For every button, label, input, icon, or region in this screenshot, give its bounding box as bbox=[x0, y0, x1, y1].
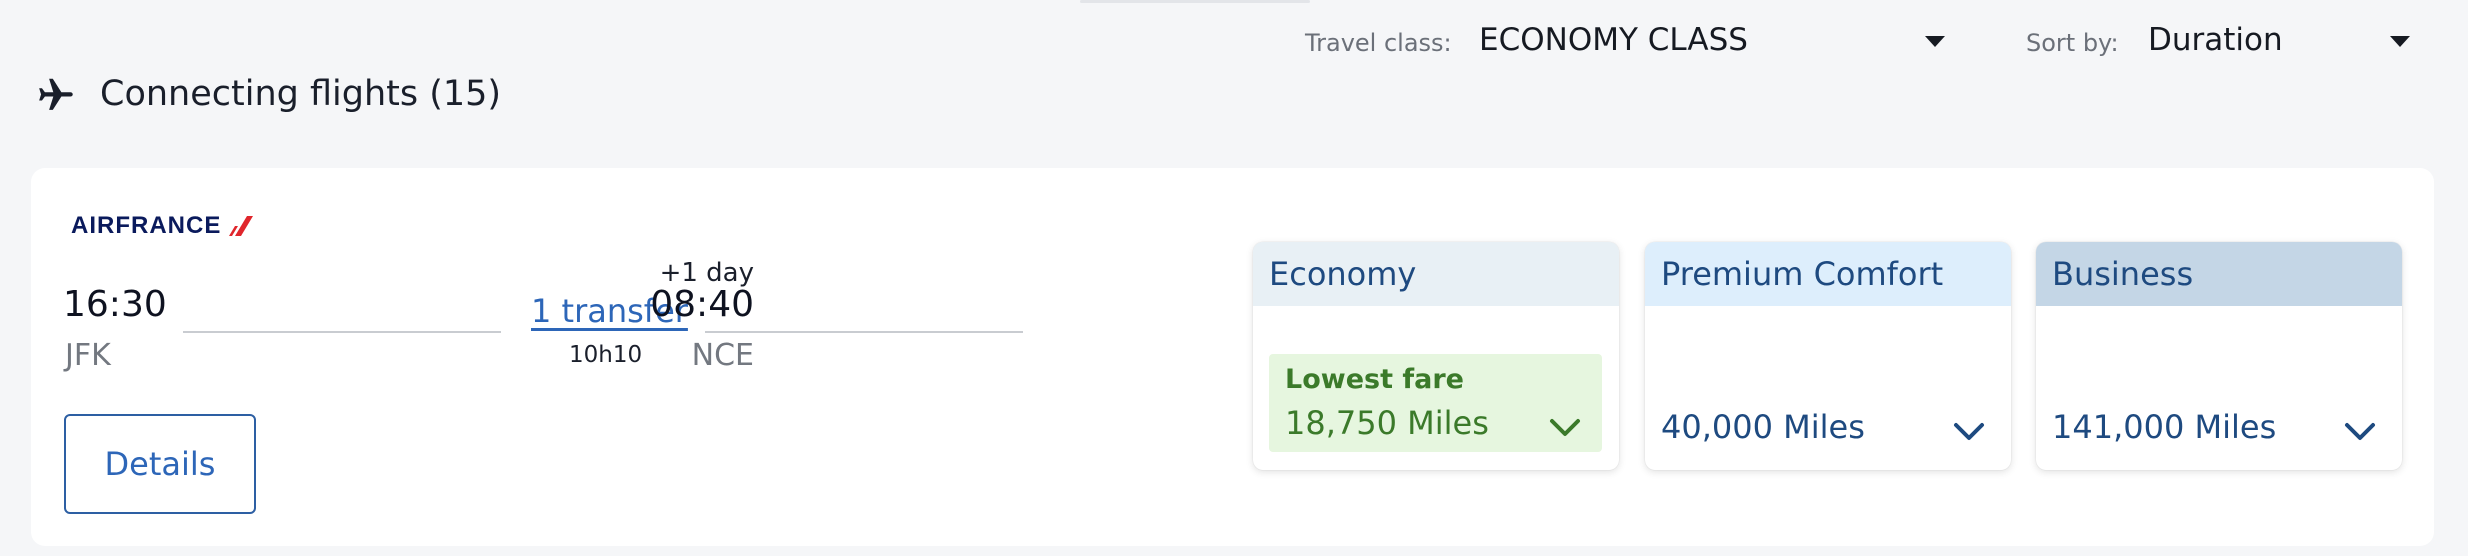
travel-class-label: Travel class: bbox=[1305, 29, 1452, 57]
sort-by-select[interactable]: Sort by: Duration bbox=[2026, 20, 2414, 66]
flight-card: AIRFRANCE 16:30 JFK 1 transfer 10h10 +1 … bbox=[31, 168, 2434, 546]
sort-by-value[interactable]: Duration bbox=[2148, 22, 2283, 58]
lowest-fare-box[interactable]: Lowest fare 18,750 Miles bbox=[1269, 354, 1602, 452]
plane-icon bbox=[39, 78, 73, 110]
departure-airport: JFK bbox=[65, 338, 111, 373]
arrival-time: 08:40 bbox=[650, 284, 754, 325]
arrival-airport: NCE bbox=[691, 338, 754, 373]
fare-miles-business: 141,000 Miles bbox=[2052, 408, 2277, 446]
top-divider bbox=[1080, 0, 1310, 3]
route-line-left bbox=[183, 331, 501, 333]
fare-cabin-economy: Economy bbox=[1253, 242, 1619, 306]
caret-down-icon[interactable] bbox=[2390, 36, 2410, 47]
chevron-down-icon[interactable] bbox=[1953, 422, 1985, 442]
section-heading: Connecting flights (15) bbox=[36, 66, 501, 122]
section-title: Connecting flights (15) bbox=[100, 74, 502, 114]
fare-card-premium-comfort[interactable]: Premium Comfort 40,000 Miles bbox=[1645, 242, 2011, 470]
chevron-down-icon[interactable] bbox=[2344, 422, 2376, 442]
fare-miles-premium-comfort: 40,000 Miles bbox=[1661, 408, 1865, 446]
flight-duration: 10h10 bbox=[569, 342, 643, 368]
lowest-fare-badge: Lowest fare bbox=[1285, 364, 1464, 395]
airline-logo-text: AIRFRANCE bbox=[71, 212, 222, 239]
fare-card-business[interactable]: Business 141,000 Miles bbox=[2036, 242, 2402, 470]
chevron-down-icon[interactable] bbox=[1549, 418, 1581, 438]
fare-card-economy[interactable]: Economy Lowest fare 18,750 Miles bbox=[1253, 242, 1619, 470]
travel-class-value[interactable]: ECONOMY CLASS bbox=[1479, 22, 1748, 58]
departure-time: 16:30 bbox=[63, 284, 167, 325]
travel-class-select[interactable]: Travel class: ECONOMY CLASS bbox=[1305, 20, 1950, 66]
fare-cabin-business: Business bbox=[2036, 242, 2402, 306]
airline-stripe-icon bbox=[229, 216, 254, 236]
airline-logo: AIRFRANCE bbox=[71, 212, 255, 240]
route-line-right bbox=[705, 331, 1023, 333]
sort-by-label: Sort by: bbox=[2026, 29, 2119, 57]
fare-cabin-premium-comfort: Premium Comfort bbox=[1645, 242, 2011, 306]
fare-miles-economy: 18,750 Miles bbox=[1285, 404, 1489, 442]
details-button[interactable]: Details bbox=[64, 414, 256, 514]
caret-down-icon[interactable] bbox=[1925, 36, 1945, 47]
